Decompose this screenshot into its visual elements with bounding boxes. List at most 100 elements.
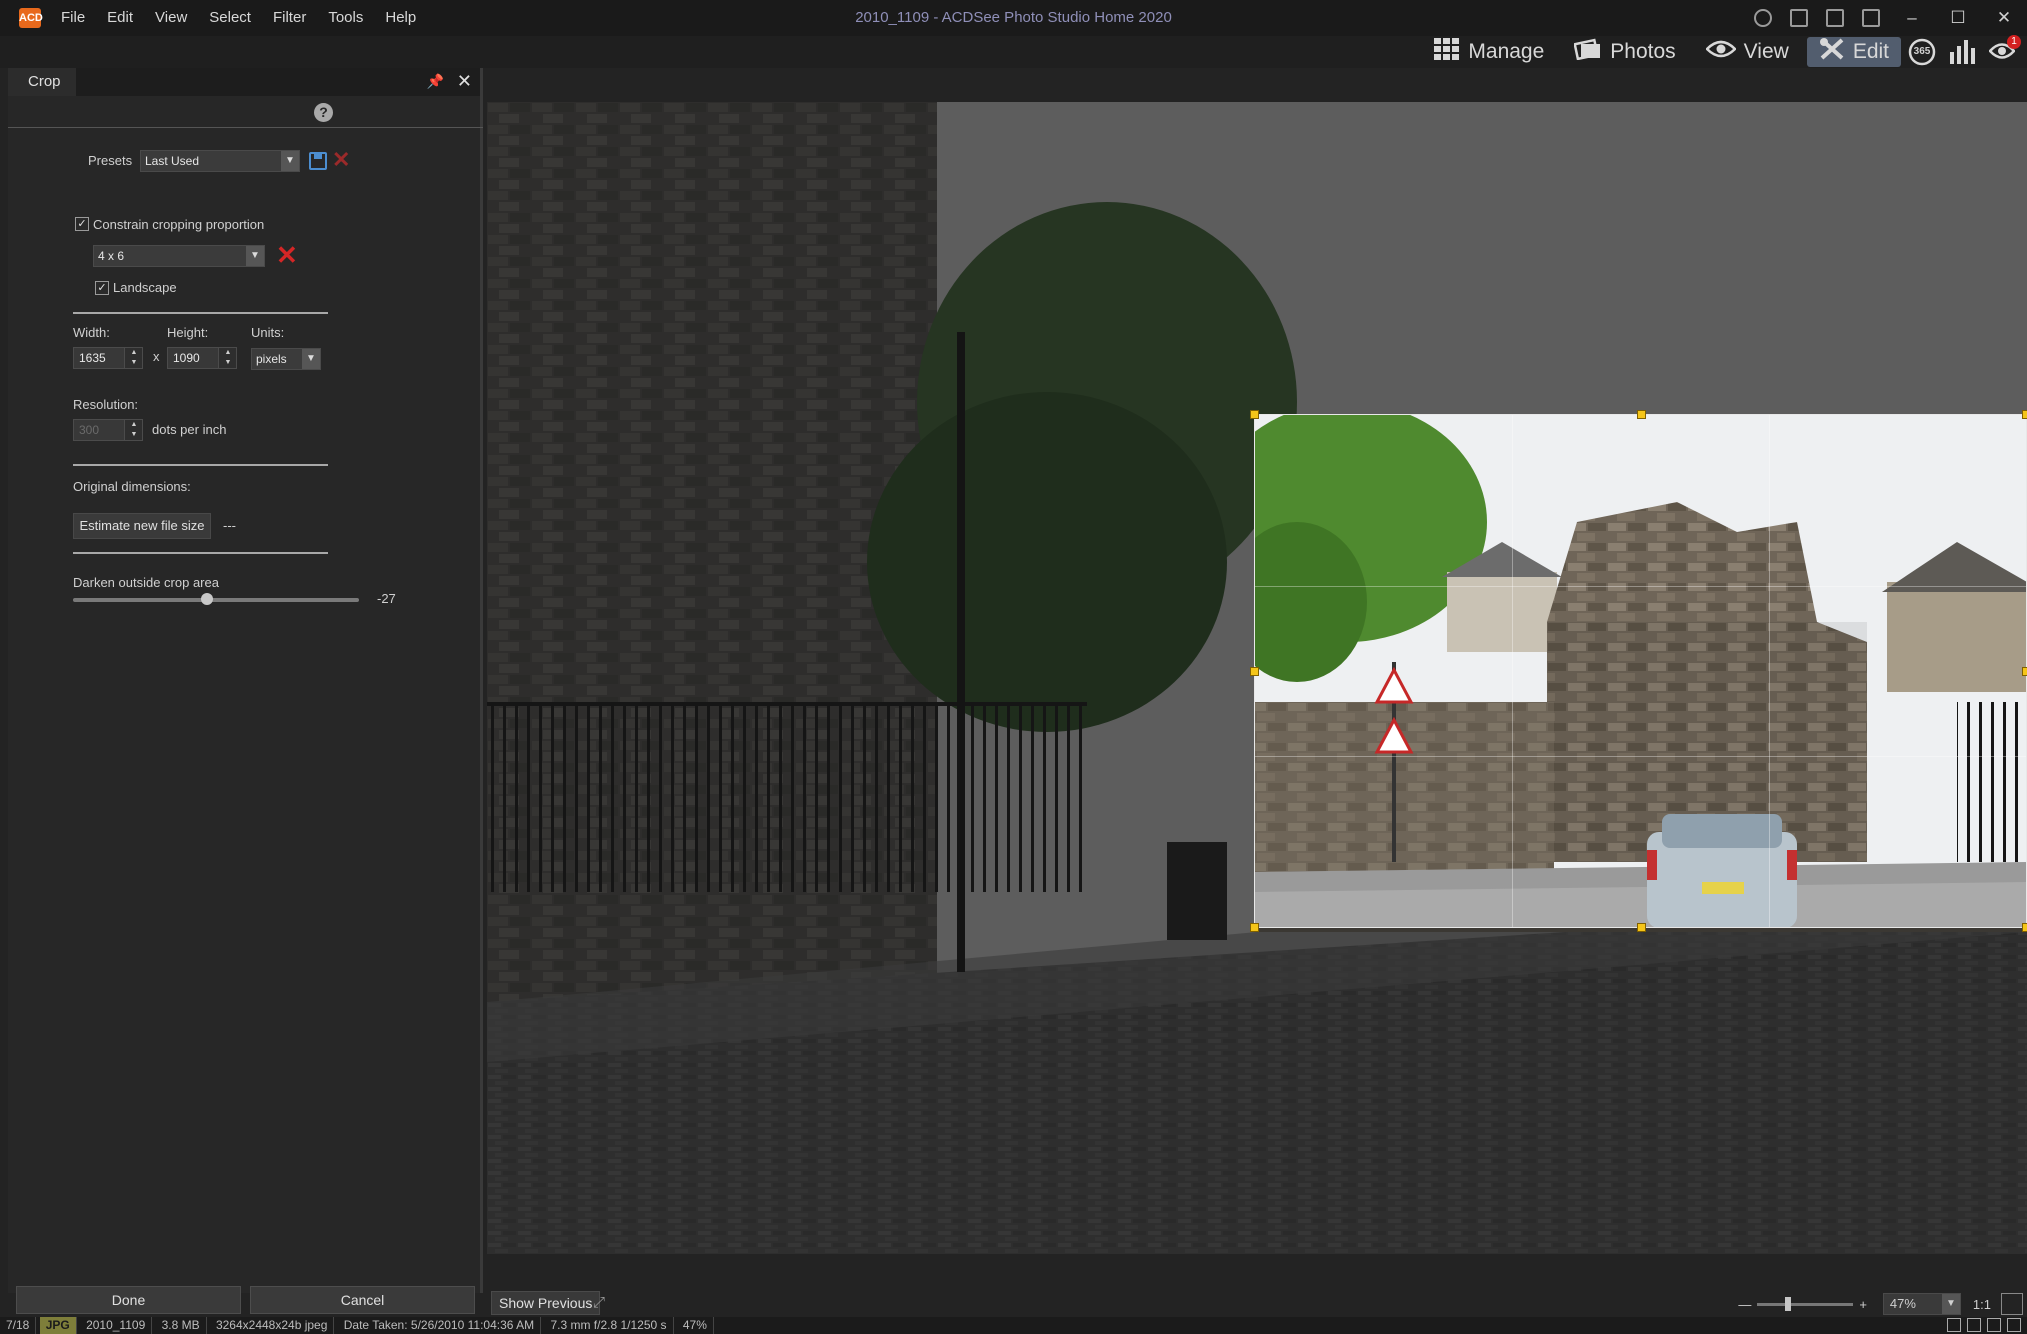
layout-left-icon[interactable]	[1790, 9, 1808, 27]
width-spinner[interactable]: ▲ ▼	[124, 348, 142, 368]
spin-up-icon[interactable]: ▲	[125, 420, 143, 430]
width-label: Width:	[73, 325, 110, 340]
crop-handle-bottom-left[interactable]	[1250, 923, 1259, 932]
estimate-file-size-button[interactable]: Estimate new file size	[73, 513, 211, 539]
crop-handle-top-left[interactable]	[1250, 410, 1259, 419]
landscape-label: Landscape	[113, 280, 177, 295]
zoom-slider-thumb[interactable]	[1785, 1296, 1792, 1311]
menu-view[interactable]: View	[144, 0, 198, 36]
mode-manage-button[interactable]: Manage	[1422, 37, 1556, 67]
delete-preset-icon[interactable]: ✕	[332, 147, 350, 173]
constrain-checkbox[interactable]: ✓	[75, 217, 89, 231]
mode-365-label: 365	[1913, 46, 1931, 57]
status-check-icon[interactable]	[2007, 1318, 2021, 1332]
mode-edit-label: Edit	[1852, 40, 1889, 63]
menu-file[interactable]: File	[50, 0, 96, 36]
zoom-select[interactable]: 47% ▼	[1882, 1293, 1961, 1315]
mode-view-button[interactable]: View	[1694, 37, 1801, 67]
layout-right-icon[interactable]	[1862, 9, 1880, 27]
status-db-icon[interactable]	[1987, 1318, 2001, 1332]
darken-label: Darken outside crop area	[73, 575, 219, 590]
zoom-slider[interactable]	[1757, 1296, 1854, 1311]
height-spinner[interactable]: ▲ ▼	[218, 348, 236, 368]
maximize-button[interactable]: ☐	[1935, 0, 1981, 36]
save-preset-icon[interactable]	[309, 152, 327, 170]
pin-icon[interactable]: 📌	[427, 73, 444, 90]
spin-down-icon[interactable]: ▼	[219, 358, 237, 368]
image-viewer[interactable]	[487, 102, 2027, 1254]
cancel-button[interactable]: Cancel	[250, 1286, 475, 1314]
done-button[interactable]: Done	[16, 1286, 241, 1314]
dpi-label: dots per inch	[152, 422, 227, 437]
crop-grid-line	[1511, 415, 1513, 927]
user-account-icon[interactable]	[1754, 9, 1772, 27]
presets-label: Presets	[88, 153, 133, 168]
estimate-value: ---	[223, 518, 236, 533]
menu-edit[interactable]: Edit	[96, 0, 144, 36]
expand-icon[interactable]: ⤢	[593, 1294, 605, 1311]
show-previous-button[interactable]: Show Previous	[491, 1291, 601, 1315]
status-bar: 7/18 JPG 2010_1109 3.8 MB 3264x2448x24b …	[0, 1317, 2027, 1334]
layout-bottom-icon[interactable]	[1826, 9, 1844, 27]
status-index: 7/18	[0, 1317, 37, 1334]
notification-badge: 1	[2007, 35, 2021, 49]
spin-down-icon[interactable]: ▼	[125, 358, 143, 368]
app-window: ACD File Edit View Select Filter Tools H…	[0, 0, 2027, 1334]
menu-help[interactable]: Help	[374, 0, 427, 36]
mode-tabs: Manage Photos View Edit 365 1	[1422, 35, 2027, 68]
zoom-out-icon[interactable]: —	[1738, 1297, 1751, 1312]
status-filesize: 3.8 MB	[156, 1317, 207, 1334]
mode-photos-label: Photos	[1610, 40, 1676, 63]
delete-ratio-icon[interactable]: ✕	[276, 240, 298, 271]
resolution-input[interactable]: 300 ▲ ▼	[73, 419, 143, 441]
close-panel-icon[interactable]: ✕	[457, 71, 472, 92]
presets-value: Last Used	[145, 154, 200, 168]
crop-handle-top[interactable]	[1637, 410, 1646, 419]
help-icon[interactable]: ?	[314, 103, 333, 122]
zoom-in-icon[interactable]: +	[1859, 1297, 1867, 1312]
spin-down-icon[interactable]: ▼	[125, 430, 143, 440]
crop-handle-bottom[interactable]	[1637, 923, 1646, 932]
height-input[interactable]: 1090 ▲ ▼	[167, 347, 237, 369]
app-logo-icon[interactable]: ACD	[19, 8, 43, 28]
menu-tools[interactable]: Tools	[317, 0, 374, 36]
height-value: 1090	[173, 351, 200, 365]
mode-edit-button[interactable]: Edit	[1806, 37, 1901, 67]
actual-size-button[interactable]: 1:1	[1973, 1297, 1991, 1312]
status-file-info: 3264x2448x24b jpeg	[210, 1317, 335, 1334]
landscape-checkbox[interactable]: ✓	[95, 281, 109, 295]
status-icons	[1941, 1318, 2021, 1332]
times-separator: x	[153, 349, 160, 364]
chevron-down-icon: ▼	[246, 246, 264, 266]
minimize-button[interactable]: –	[1889, 0, 1935, 36]
close-window-button[interactable]: ✕	[1981, 0, 2027, 36]
crop-frame[interactable]	[1250, 410, 2027, 932]
status-date-taken: Date Taken: 5/26/2010 11:04:36 AM	[338, 1317, 542, 1334]
mode-photos-button[interactable]: Photos	[1562, 37, 1687, 67]
status-square-icon[interactable]	[1947, 1318, 1961, 1332]
mode-365-button[interactable]: 365	[1907, 37, 1937, 67]
spin-up-icon[interactable]: ▲	[219, 348, 237, 358]
bar-chart-icon	[1949, 38, 1975, 67]
crop-handle-left[interactable]	[1250, 667, 1259, 676]
fit-icon[interactable]	[2001, 1293, 2023, 1315]
crop-grid-line	[1255, 585, 2026, 587]
viewer-bottom-bar: Show Previous ⤢ — + 47% ▼ 1:1	[487, 1291, 2027, 1317]
resolution-spinner[interactable]: ▲ ▼	[124, 420, 142, 440]
units-select[interactable]: pixels ▼	[251, 348, 321, 370]
darken-slider-track[interactable]	[73, 598, 359, 602]
crop-handle-top-right[interactable]	[2022, 410, 2027, 419]
tab-crop[interactable]: Crop	[8, 68, 76, 96]
crop-handle-bottom-right[interactable]	[2022, 923, 2027, 932]
dashboard-button[interactable]	[1947, 37, 1977, 67]
menu-filter[interactable]: Filter	[262, 0, 317, 36]
width-input[interactable]: 1635 ▲ ▼	[73, 347, 143, 369]
darken-slider-thumb[interactable]	[201, 593, 213, 605]
status-page-icon[interactable]	[1967, 1318, 1981, 1332]
notifications-button[interactable]: 1	[1987, 35, 2021, 67]
spin-up-icon[interactable]: ▲	[125, 348, 143, 358]
menu-select[interactable]: Select	[198, 0, 262, 36]
crop-handle-right[interactable]	[2022, 667, 2027, 676]
ratio-select[interactable]: 4 x 6 ▼	[93, 245, 265, 267]
presets-select[interactable]: Last Used ▼	[140, 150, 300, 172]
